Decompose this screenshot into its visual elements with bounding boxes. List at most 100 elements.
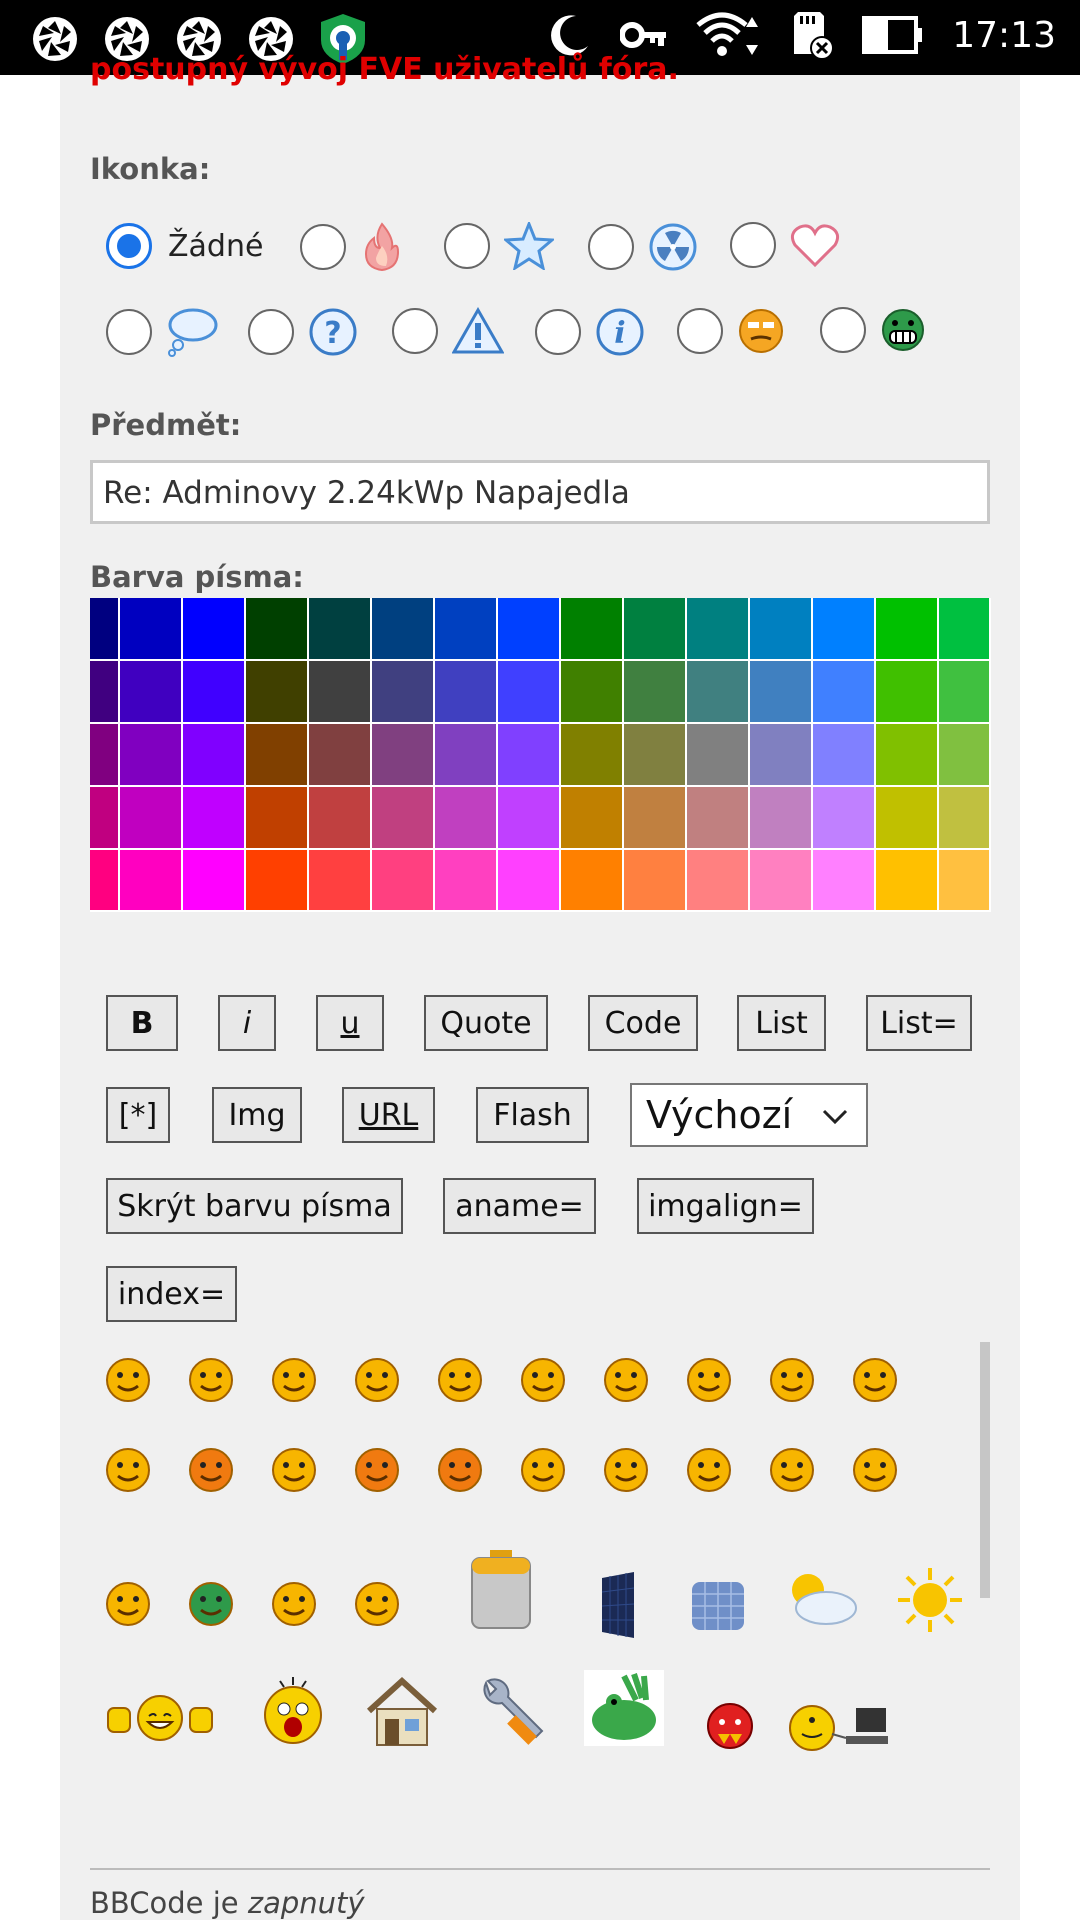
color-swatch[interactable] bbox=[372, 661, 435, 724]
radio-heart[interactable] bbox=[730, 222, 776, 268]
color-swatch[interactable] bbox=[876, 724, 939, 787]
color-swatch[interactable] bbox=[498, 661, 561, 724]
question-smiley-icon[interactable] bbox=[685, 1446, 733, 1498]
confused-smiley-icon[interactable] bbox=[602, 1356, 650, 1408]
smile-smiley-icon[interactable] bbox=[187, 1356, 235, 1408]
color-swatch[interactable] bbox=[435, 661, 498, 724]
neutral-frown-smiley-icon[interactable] bbox=[270, 1446, 318, 1498]
color-swatch[interactable] bbox=[435, 724, 498, 787]
radio-question[interactable] bbox=[248, 309, 294, 355]
arrow-smiley-icon[interactable] bbox=[851, 1446, 899, 1498]
color-swatch[interactable] bbox=[687, 598, 750, 661]
color-swatch[interactable] bbox=[813, 724, 876, 787]
color-swatch[interactable] bbox=[183, 724, 246, 787]
color-swatch[interactable] bbox=[372, 598, 435, 661]
laugh-smiley-icon[interactable] bbox=[768, 1356, 816, 1408]
embarrassed-smiley-icon[interactable] bbox=[187, 1446, 235, 1498]
color-swatch[interactable] bbox=[90, 850, 120, 912]
color-swatch[interactable] bbox=[435, 850, 498, 912]
color-swatch[interactable] bbox=[183, 661, 246, 724]
exclaim-smiley-icon[interactable] bbox=[602, 1446, 650, 1498]
icon-option-bubble[interactable] bbox=[106, 307, 218, 357]
bbcode-button[interactable]: List= bbox=[866, 995, 972, 1051]
color-swatch[interactable] bbox=[246, 787, 309, 850]
color-swatch[interactable] bbox=[624, 598, 687, 661]
color-swatch[interactable] bbox=[498, 850, 561, 912]
color-swatch[interactable] bbox=[624, 724, 687, 787]
icon-option-question[interactable]: ? bbox=[248, 307, 358, 357]
smiley-scrollbar[interactable] bbox=[980, 1342, 990, 1598]
color-swatch[interactable] bbox=[90, 598, 120, 661]
bbcode-button[interactable]: aname= bbox=[443, 1178, 596, 1234]
shocked-smiley-icon[interactable] bbox=[436, 1356, 484, 1408]
subject-input[interactable]: Re: Adminovy 2.24kWp Napajedla bbox=[90, 460, 990, 524]
bbcode-button[interactable]: u bbox=[316, 995, 384, 1051]
color-swatch[interactable] bbox=[372, 850, 435, 912]
color-swatch[interactable] bbox=[813, 787, 876, 850]
color-swatch[interactable] bbox=[876, 598, 939, 661]
evil-smiley-icon[interactable] bbox=[353, 1446, 401, 1498]
solar-panel-blue-icon[interactable] bbox=[690, 1580, 746, 1636]
scared-smiley-icon[interactable] bbox=[260, 1675, 326, 1749]
color-swatch[interactable] bbox=[624, 787, 687, 850]
radio-radioactive[interactable] bbox=[588, 224, 634, 270]
icon-option-star[interactable] bbox=[444, 222, 554, 270]
color-swatch[interactable] bbox=[498, 787, 561, 850]
color-swatch[interactable] bbox=[876, 661, 939, 724]
color-swatch[interactable] bbox=[813, 850, 876, 912]
bbcode-button[interactable]: Code bbox=[588, 995, 698, 1051]
icon-option-tongue[interactable] bbox=[677, 307, 785, 355]
color-swatch[interactable] bbox=[561, 598, 624, 661]
color-swatch[interactable] bbox=[183, 787, 246, 850]
color-swatch[interactable] bbox=[624, 850, 687, 912]
sad-smiley-icon[interactable] bbox=[353, 1356, 401, 1408]
color-swatch[interactable] bbox=[561, 787, 624, 850]
color-swatch[interactable] bbox=[498, 724, 561, 787]
icon-option-grin-green[interactable] bbox=[820, 307, 926, 353]
color-swatch[interactable] bbox=[246, 661, 309, 724]
color-swatch[interactable] bbox=[939, 724, 991, 787]
radio-fire[interactable] bbox=[300, 224, 346, 270]
battery-icon[interactable] bbox=[466, 1548, 536, 1636]
cloudy-sun-icon[interactable] bbox=[782, 1568, 858, 1632]
bbcode-button[interactable]: B bbox=[106, 995, 178, 1051]
bbcode-button[interactable]: imgalign= bbox=[637, 1178, 814, 1234]
color-swatch[interactable] bbox=[687, 787, 750, 850]
color-swatch[interactable] bbox=[120, 850, 183, 912]
red-devil-icon[interactable] bbox=[704, 1700, 756, 1756]
color-swatch[interactable] bbox=[813, 661, 876, 724]
color-swatch[interactable] bbox=[183, 850, 246, 912]
color-swatch[interactable] bbox=[876, 850, 939, 912]
radio-star[interactable] bbox=[444, 223, 490, 269]
color-swatch[interactable] bbox=[90, 787, 120, 850]
sun-icon[interactable] bbox=[896, 1566, 964, 1638]
icon-option-warning[interactable] bbox=[392, 307, 504, 355]
cool-smiley-icon[interactable] bbox=[685, 1356, 733, 1408]
twisted-smiley-icon[interactable] bbox=[436, 1446, 484, 1498]
solar-panel-dark-icon[interactable] bbox=[598, 1570, 638, 1644]
color-swatch[interactable] bbox=[939, 850, 991, 912]
icon-option-info[interactable]: i bbox=[535, 307, 645, 357]
color-swatch[interactable] bbox=[435, 598, 498, 661]
color-swatch[interactable] bbox=[372, 724, 435, 787]
thumbs-up-smiley-icon[interactable] bbox=[104, 1690, 216, 1750]
color-swatch[interactable] bbox=[120, 787, 183, 850]
frog-hand-icon[interactable] bbox=[584, 1670, 664, 1750]
bbcode-button[interactable]: Flash bbox=[476, 1087, 589, 1143]
color-swatch[interactable] bbox=[498, 598, 561, 661]
color-swatch[interactable] bbox=[435, 787, 498, 850]
color-swatch[interactable] bbox=[687, 724, 750, 787]
color-swatch[interactable] bbox=[939, 787, 991, 850]
grin-smiley-icon[interactable] bbox=[104, 1356, 152, 1408]
color-swatch[interactable] bbox=[309, 598, 372, 661]
color-swatch[interactable] bbox=[120, 598, 183, 661]
color-swatch[interactable] bbox=[687, 661, 750, 724]
nerd-smiley-icon[interactable] bbox=[270, 1580, 318, 1632]
color-swatch[interactable] bbox=[120, 724, 183, 787]
color-swatch[interactable] bbox=[90, 661, 120, 724]
icon-option-none[interactable]: Žádné bbox=[106, 223, 263, 269]
bbcode-button[interactable]: [*] bbox=[106, 1087, 170, 1143]
font-size-select[interactable]: Výchozí bbox=[630, 1083, 868, 1147]
radio-info[interactable] bbox=[535, 309, 581, 355]
color-swatch[interactable] bbox=[309, 661, 372, 724]
